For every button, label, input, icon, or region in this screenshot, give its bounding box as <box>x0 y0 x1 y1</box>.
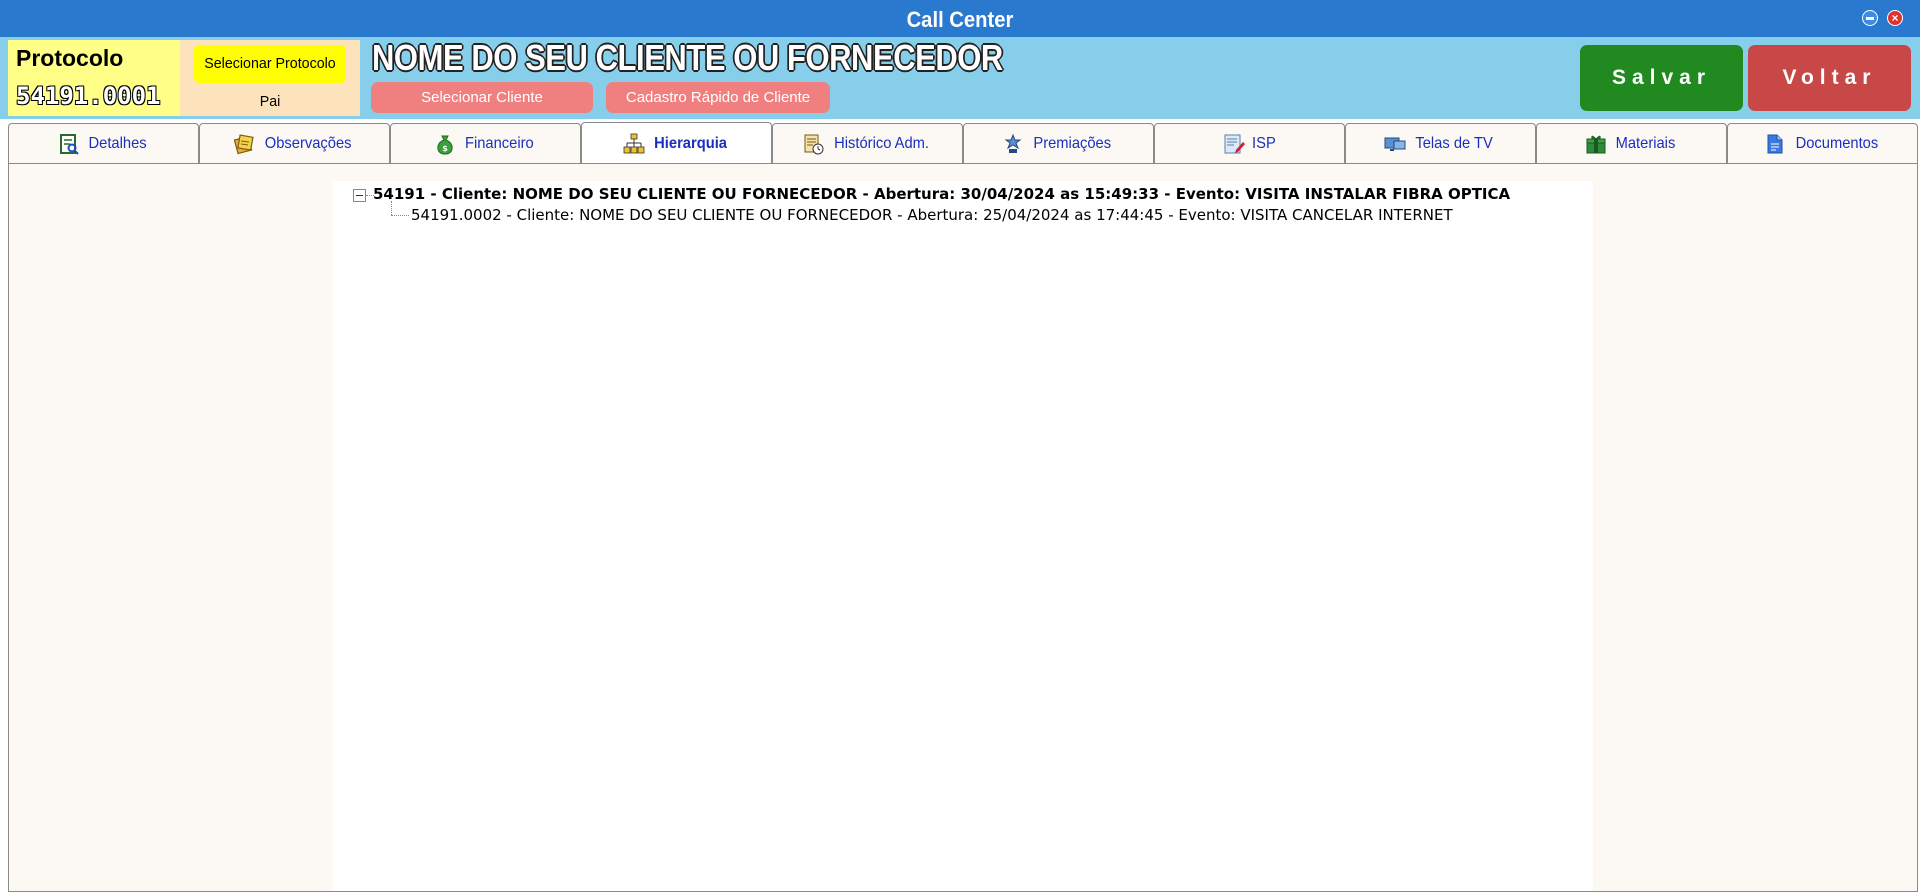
documents-icon <box>1764 133 1786 155</box>
select-parent-protocol-button[interactable]: Selecionar Protocolo Pai <box>194 45 346 110</box>
tab-observacoes[interactable]: Observações <box>199 123 390 164</box>
notes-icon <box>233 133 255 155</box>
close-icon[interactable]: × <box>1887 10 1903 26</box>
tab-bar: Detalhes Observações $ Financeiro Hierar… <box>8 122 1918 165</box>
client-name: NOME DO SEU CLIENTE OU FORNECEDOR <box>372 37 1003 78</box>
tree-connector <box>391 201 392 215</box>
select-client-button[interactable]: Selecionar Cliente <box>371 82 593 113</box>
window-title: Call Center <box>906 7 1014 32</box>
protocol-label: Protocolo <box>16 45 124 71</box>
tv-screens-icon <box>1384 133 1406 155</box>
save-button[interactable]: Salvar <box>1580 45 1743 111</box>
tab-label: Hierarquia <box>654 134 727 152</box>
hierarchy-icon <box>623 133 645 155</box>
protocol-header: Protocolo 54191.0001 Selecionar Protocol… <box>0 37 1920 119</box>
tab-materiais[interactable]: Materiais <box>1536 123 1727 164</box>
tab-label: Premiações <box>1033 135 1112 152</box>
tree-connector <box>391 215 409 216</box>
tab-label: Materiais <box>1615 135 1676 152</box>
tree-node-root[interactable]: 54191 - Cliente: NOME DO SEU CLIENTE OU … <box>373 185 1510 203</box>
hierarchy-tree[interactable]: 54191 - Cliente: NOME DO SEU CLIENTE OU … <box>333 181 1593 891</box>
tab-label: Telas de TV <box>1415 135 1494 152</box>
collapse-icon[interactable] <box>353 189 366 202</box>
tab-telas-de-tv[interactable]: Telas de TV <box>1345 123 1536 164</box>
protocol-box: Protocolo 54191.0001 <box>8 40 180 116</box>
hierarchy-panel: 54191 - Cliente: NOME DO SEU CLIENTE OU … <box>8 163 1918 892</box>
back-button[interactable]: Voltar <box>1748 45 1911 111</box>
tab-isp[interactable]: ISP <box>1154 123 1345 164</box>
tab-label: ISP <box>1251 135 1276 152</box>
materials-icon <box>1585 133 1607 155</box>
window-titlebar: Call Center × <box>0 0 1920 37</box>
tab-label: Detalhes <box>88 135 147 152</box>
minimize-icon[interactable] <box>1862 10 1878 26</box>
details-icon <box>58 133 80 155</box>
tab-documentos[interactable]: Documentos <box>1727 123 1918 164</box>
protocol-number: 54191.0001 <box>16 82 161 111</box>
quick-register-client-button[interactable]: Cadastro Rápido de Cliente <box>606 82 830 113</box>
award-icon <box>1002 133 1024 155</box>
tree-node-child[interactable]: 54191.0002 - Cliente: NOME DO SEU CLIENT… <box>411 206 1453 224</box>
tab-label: Histórico Adm. <box>834 135 929 152</box>
tab-premiacoes[interactable]: Premiações <box>963 123 1154 164</box>
tab-detalhes[interactable]: Detalhes <box>8 123 199 164</box>
tab-financeiro[interactable]: $ Financeiro <box>390 123 581 164</box>
svg-text:$: $ <box>442 144 448 153</box>
isp-icon <box>1223 133 1245 155</box>
tab-label: Financeiro <box>465 135 534 152</box>
tab-historico-adm[interactable]: Histórico Adm. <box>772 123 963 164</box>
tab-label: Observações <box>265 135 352 152</box>
history-icon <box>802 133 824 155</box>
money-bag-icon: $ <box>434 133 456 155</box>
tab-hierarquia[interactable]: Hierarquia <box>581 122 772 165</box>
parent-protocol-box: Selecionar Protocolo Pai <box>180 40 360 116</box>
tab-label: Documentos <box>1795 135 1878 152</box>
